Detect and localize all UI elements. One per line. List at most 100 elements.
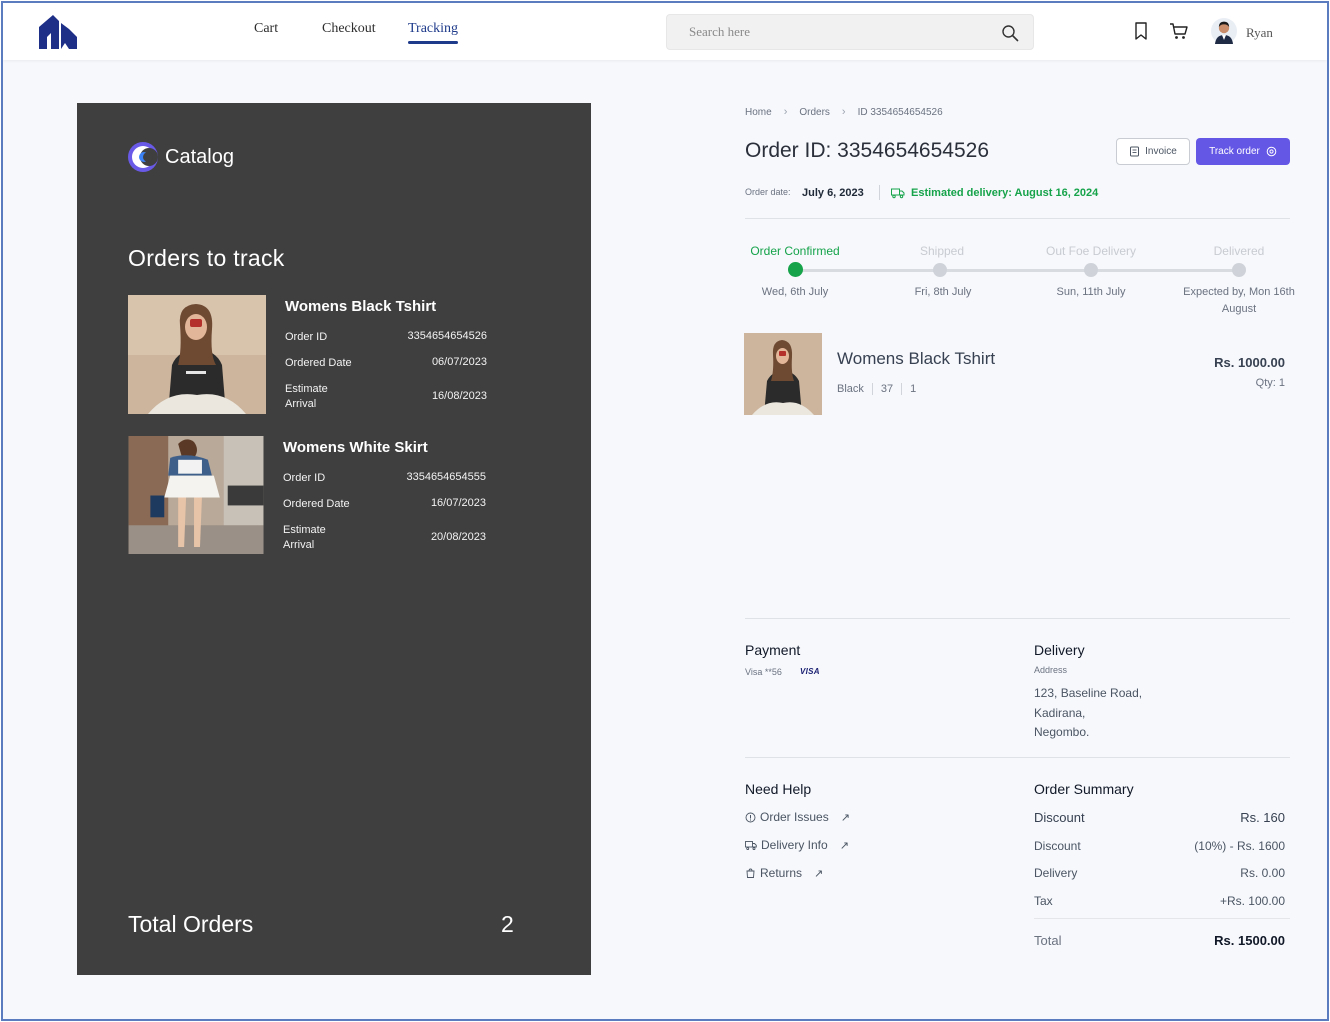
summary-value: Rs. 0.00: [1240, 866, 1285, 880]
divider: [879, 185, 880, 200]
step-label-out-for-delivery: Out Foe Delivery: [1045, 244, 1137, 258]
step-dot-pending: [1084, 263, 1098, 277]
item-qty: Qty: 1: [1255, 377, 1285, 389]
estimate-label-line2: Arrival: [283, 539, 315, 551]
orders-panel: Catalog Orders to track Womens Black Tsh…: [77, 103, 591, 975]
divider: [1034, 918, 1290, 919]
brand-logo-icon[interactable]: [37, 13, 79, 51]
address-line: Kadirana,: [1034, 705, 1086, 720]
search-input[interactable]: [689, 22, 979, 42]
order-id-value: 3354654654555: [406, 471, 486, 483]
total-orders-value: 2: [501, 911, 514, 937]
address-line: 123, Baseline Road,: [1034, 686, 1143, 700]
product-image-white-skirt: [128, 436, 264, 554]
page-title: Order ID: 3354654654526: [745, 139, 990, 162]
catalog-brand: Catalog: [127, 141, 234, 173]
truck-icon: [745, 840, 757, 850]
summary-total-label: Total: [1034, 933, 1062, 948]
summary-label: Tax: [1034, 894, 1053, 908]
location-icon: [1266, 146, 1277, 157]
ordered-date-label: Ordered Date: [285, 357, 352, 369]
help-link-delivery-info[interactable]: Delivery Info ↗: [745, 838, 849, 852]
order-name: Womens Black Tshirt: [285, 298, 437, 315]
cart-icon[interactable]: [1169, 21, 1189, 41]
document-icon: [1130, 146, 1140, 157]
order-name: Womens White Skirt: [283, 439, 428, 456]
help-link-returns[interactable]: Returns ↗: [745, 866, 823, 880]
truck-icon: [891, 188, 905, 199]
summary-label: Delivery: [1034, 866, 1078, 880]
item-size: 37: [880, 383, 894, 395]
item-image: [744, 333, 822, 415]
nav-link-cart[interactable]: Cart: [254, 21, 278, 37]
item-price: Rs. 1000.00: [1214, 355, 1285, 370]
returns-icon: [746, 868, 755, 878]
invoice-button-label: Invoice: [1145, 146, 1177, 157]
step-date: Fri, 8th July: [914, 286, 972, 298]
bookmark-icon[interactable]: [1131, 21, 1151, 41]
track-order-button[interactable]: Track order: [1196, 138, 1290, 165]
app-window: Cart Checkout Tracking R: [1, 1, 1329, 1021]
payment-title: Payment: [745, 642, 801, 658]
step-dot-pending: [1232, 263, 1246, 277]
arrow-up-right-icon: ↗: [814, 867, 824, 880]
help-link-order-issues[interactable]: Order Issues ↗: [745, 810, 850, 824]
order-date-label: Order date:: [745, 187, 791, 197]
breadcrumb-current: ID 3354654654526: [857, 106, 943, 118]
search-icon[interactable]: [1001, 24, 1019, 42]
search-bar: [666, 14, 1034, 50]
total-orders-label: Total Orders: [128, 911, 254, 937]
delivery-address: 123, Baseline Road, Kadirana, Negombo.: [1034, 684, 1142, 743]
help-link-label: Delivery Info: [761, 838, 828, 852]
estimate-arrival-label: Estimate Arrival: [285, 382, 328, 412]
invoice-button[interactable]: Invoice: [1116, 138, 1190, 165]
need-help-title: Need Help: [745, 781, 812, 797]
order-card[interactable]: Womens Black Tshirt Order ID 33546546545…: [128, 295, 548, 415]
divider: [745, 218, 1290, 219]
progress-track: [795, 269, 1239, 272]
summary-total-value: Rs. 1500.00: [1214, 933, 1285, 948]
step-date: Expected by, Mon 16th August: [1183, 286, 1295, 315]
divider: [871, 383, 873, 395]
avatar[interactable]: [1211, 18, 1237, 44]
track-order-button-label: Track order: [1209, 146, 1260, 157]
help-link-label: Order Issues: [760, 810, 829, 824]
nav-link-checkout[interactable]: Checkout: [322, 21, 376, 37]
estimate-arrival-value: 16/08/2023: [431, 390, 487, 402]
order-date-value: July 6, 2023: [802, 187, 864, 199]
order-id-label: Order ID: [285, 331, 328, 343]
breadcrumb-orders[interactable]: Orders: [799, 107, 830, 118]
info-icon: [745, 812, 756, 822]
chevron-right-icon: ›: [841, 106, 846, 118]
arrow-up-right-icon: ↗: [840, 811, 850, 824]
item-name: Womens Black Tshirt: [837, 349, 996, 368]
step-label-shipped: Shipped: [919, 244, 965, 258]
step-label-order-confirmed: Order Confirmed: [750, 244, 840, 258]
estimate-arrival-label: Estimate Arrival: [283, 523, 326, 553]
step-label-delivered: Delivered: [1213, 244, 1265, 258]
estimated-delivery: Estimated delivery: August 16, 2024: [911, 187, 1099, 199]
step-dot-pending: [933, 263, 947, 277]
visa-logo: VISA: [800, 667, 820, 676]
order-summary-title: Order Summary: [1034, 781, 1134, 797]
estimate-label-line1: Estimate: [283, 524, 326, 536]
user-name[interactable]: Ryan: [1246, 25, 1273, 41]
panel-title: Orders to track: [128, 245, 285, 271]
divider: [745, 757, 1290, 758]
help-link-label: Returns: [760, 866, 803, 880]
payment-card: Visa **56: [745, 667, 782, 677]
estimate-arrival-value: 20/08/2023: [430, 531, 486, 543]
breadcrumb-home[interactable]: Home: [745, 107, 772, 118]
item-attributes: Black 37 1: [837, 383, 916, 395]
nav-link-tracking[interactable]: Tracking: [408, 21, 459, 44]
divider: [901, 383, 903, 395]
order-card[interactable]: Womens White Skirt Order ID 335465465455…: [128, 436, 548, 556]
catalog-logo-icon: [128, 142, 158, 172]
summary-label: Discount: [1034, 810, 1085, 825]
summary-value: (10%) - Rs. 1600: [1194, 839, 1285, 853]
ordered-date-value: 06/07/2023: [431, 356, 487, 368]
ordered-date-value: 16/07/2023: [430, 497, 486, 509]
estimate-label-line2: Arrival: [285, 398, 317, 410]
item-color: Black: [837, 383, 864, 395]
summary-value: Rs. 160: [1240, 810, 1285, 825]
